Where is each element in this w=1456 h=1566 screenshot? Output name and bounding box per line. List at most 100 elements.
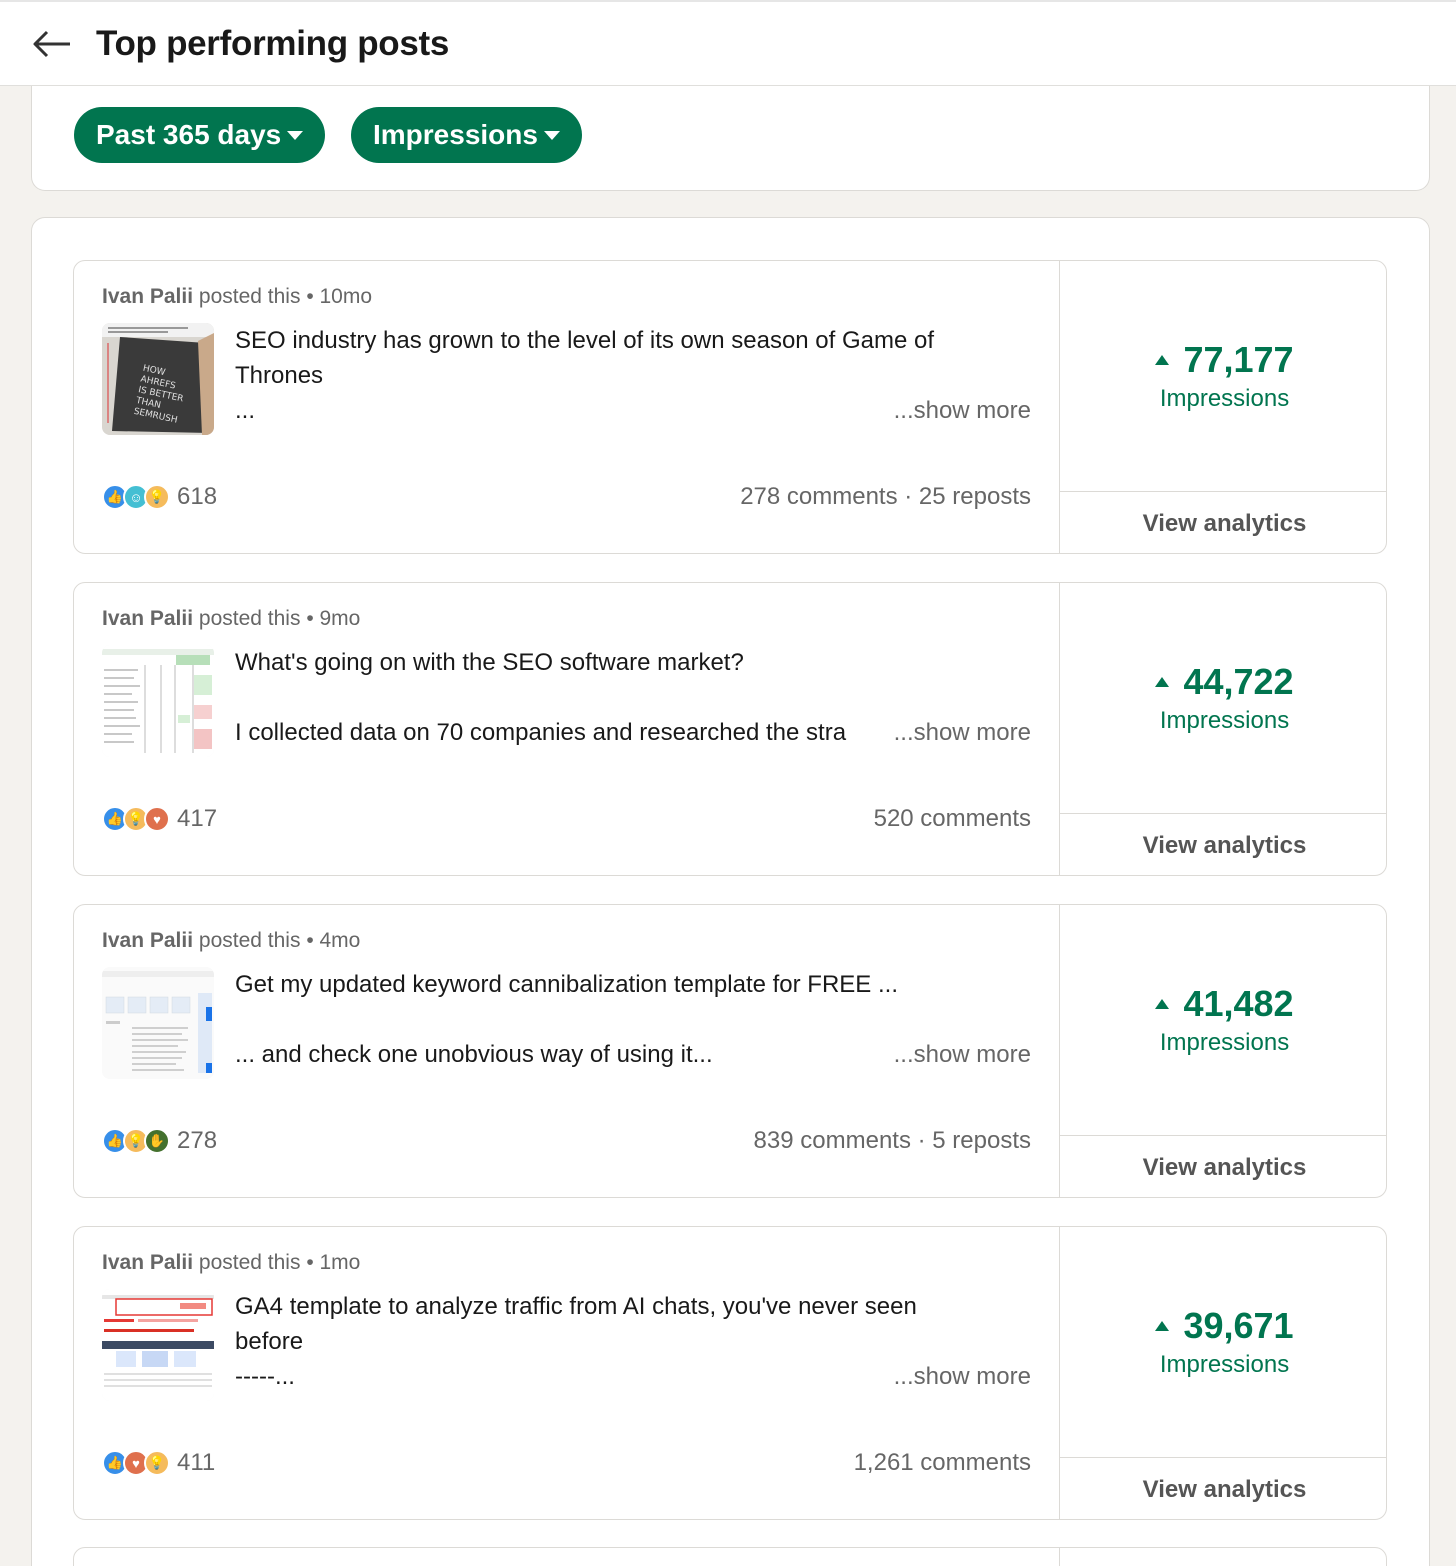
meta-separator: • bbox=[306, 607, 320, 630]
post-stats: 39,671 Impressions View analytics bbox=[1059, 1227, 1386, 1519]
thumbnail-image bbox=[102, 1289, 214, 1401]
post-action: posted this bbox=[198, 607, 301, 630]
view-analytics-button[interactable]: View analytics bbox=[1060, 813, 1386, 875]
author-name[interactable]: Ivan Palii bbox=[102, 607, 193, 630]
post-stats: 44,722 Impressions View analytics bbox=[1059, 583, 1386, 875]
post-thumbnail[interactable] bbox=[102, 1289, 214, 1401]
post-age: 1mo bbox=[319, 1251, 361, 1274]
date-range-filter-label: Past 365 days bbox=[96, 119, 282, 150]
post-text-line: Get my updated keyword cannibalization t… bbox=[235, 971, 898, 998]
view-analytics-button[interactable]: View analytics bbox=[1060, 1135, 1386, 1197]
impressions-stat: 41,482 Impressions bbox=[1060, 983, 1386, 1057]
post-content[interactable]: Ivan Palii posted this • 4mo Get my upda… bbox=[74, 905, 1059, 1197]
date-range-filter-button[interactable]: Past 365 days bbox=[74, 107, 326, 163]
post-text-line: SEO industry has grown to the level of i… bbox=[235, 327, 935, 354]
reactions[interactable]: 👍 💡 ♥ 417 bbox=[102, 805, 217, 833]
post-thumbnail[interactable] bbox=[102, 967, 214, 1079]
engagement-text: 520 comments bbox=[873, 805, 1031, 832]
post-age: 10mo bbox=[319, 285, 373, 308]
arrow-left-icon bbox=[33, 30, 70, 58]
impressions-value: 41,482 bbox=[1183, 983, 1294, 1024]
show-more-link[interactable]: ...show more bbox=[881, 1363, 1031, 1391]
author-name[interactable]: Ivan Palii bbox=[102, 929, 193, 952]
impressions-label: Impressions bbox=[1159, 707, 1290, 734]
reactions[interactable]: 👍 ☺ 💡 618 bbox=[102, 483, 217, 511]
post-content[interactable]: Ivan Palii posted this • 10mo HOW AHREFS… bbox=[74, 261, 1059, 553]
trend-up-icon bbox=[1155, 999, 1170, 1009]
post-text-line: What's going on with the SEO software ma… bbox=[235, 649, 744, 676]
thumbnail-image bbox=[102, 967, 214, 1079]
post-action: posted this bbox=[198, 285, 301, 308]
post-age: 9mo bbox=[319, 607, 361, 630]
trend-up-icon bbox=[1155, 677, 1170, 687]
post-stats: 77,177 Impressions View analytics bbox=[1059, 261, 1386, 553]
metric-filter-button[interactable]: Impressions bbox=[351, 107, 582, 163]
engagement-stats[interactable]: 520 comments bbox=[874, 805, 1031, 833]
engagement-text: 278 comments · 25 reposts bbox=[740, 483, 1031, 510]
engagement-text: 839 comments · 5 reposts bbox=[753, 1127, 1031, 1154]
post-content[interactable]: Ivan Palii posted this • 1mo GA4 templat… bbox=[74, 1227, 1059, 1519]
impressions-label: Impressions bbox=[1159, 1029, 1290, 1056]
post-text-line: GA4 template to analyze traffic from AI … bbox=[235, 1293, 917, 1320]
post-meta: Ivan Palii posted this • 4mo bbox=[102, 929, 360, 953]
post-text-line: -----... bbox=[235, 1363, 295, 1390]
caret-down-icon bbox=[287, 130, 304, 140]
post-text-line: ... and check one unobvious way of using… bbox=[235, 1041, 713, 1068]
post-stats: 41,482 Impressions View analytics bbox=[1059, 905, 1386, 1197]
engagement-stats[interactable]: 1,261 comments bbox=[854, 1449, 1031, 1477]
top-bar: Top performing posts bbox=[0, 0, 1456, 86]
impressions-label: Impressions bbox=[1159, 385, 1290, 412]
reaction-count: 411 bbox=[177, 1449, 216, 1476]
post-content[interactable]: Ivan Palii posted this • 9mo What's goin… bbox=[74, 583, 1059, 875]
show-more-link[interactable]: ...show more bbox=[881, 1041, 1031, 1069]
page-title: Top performing posts bbox=[96, 24, 450, 63]
post-meta: Ivan Palii posted this • 9mo bbox=[102, 607, 360, 631]
author-name[interactable]: Ivan Palii bbox=[102, 285, 193, 308]
love-reaction-icon: ♥ bbox=[144, 806, 170, 832]
view-analytics-button[interactable]: View analytics bbox=[1060, 1457, 1386, 1519]
post-text-line: I collected data on 70 companies and res… bbox=[235, 719, 847, 746]
impressions-stat: 39,671 Impressions bbox=[1060, 1305, 1386, 1379]
engagement-stats[interactable]: 278 comments · 25 reposts bbox=[740, 483, 1031, 511]
post-card: Ivan Palii posted this • 4mo Get my upda… bbox=[73, 904, 1387, 1198]
post-thumbnail[interactable] bbox=[102, 645, 214, 757]
post-card: Ivan Palii posted this • 9mo What's goin… bbox=[73, 582, 1387, 876]
show-more-link[interactable]: ...show more bbox=[881, 719, 1031, 747]
thumbnail-image bbox=[102, 645, 214, 757]
impressions-value: 39,671 bbox=[1183, 1305, 1294, 1346]
impressions-stat: 77,177 Impressions bbox=[1060, 339, 1386, 413]
thumbnail-image: HOW AHREFS IS BETTER THAN SEMRUSH bbox=[102, 323, 214, 435]
post-card: Ivan Palii posted this • 1mo GA4 templat… bbox=[73, 1226, 1387, 1520]
post-action: posted this bbox=[198, 1251, 301, 1274]
impressions-stat: 44,722 Impressions bbox=[1060, 661, 1386, 735]
post-action: posted this bbox=[198, 929, 301, 952]
reaction-count: 417 bbox=[177, 805, 218, 832]
engagement-text: 1,261 comments bbox=[853, 1449, 1031, 1476]
meta-separator: • bbox=[306, 1251, 320, 1274]
impressions-value: 77,177 bbox=[1183, 339, 1294, 380]
filter-bar: Past 365 days Impressions bbox=[31, 86, 1430, 191]
reactions[interactable]: 👍 💡 ✋ 278 bbox=[102, 1127, 217, 1155]
show-more-link[interactable]: ...show more bbox=[881, 397, 1031, 425]
trend-up-icon bbox=[1155, 1321, 1170, 1331]
impressions-value: 44,722 bbox=[1183, 661, 1294, 702]
author-name[interactable]: Ivan Palii bbox=[102, 1251, 193, 1274]
post-text-line: ... bbox=[235, 397, 256, 424]
meta-separator: • bbox=[306, 929, 320, 952]
back-button[interactable] bbox=[30, 26, 74, 62]
post-age: 4mo bbox=[319, 929, 361, 952]
caret-down-icon bbox=[543, 130, 560, 140]
engagement-stats[interactable]: 839 comments · 5 reposts bbox=[754, 1127, 1031, 1155]
insightful-reaction-icon: 💡 bbox=[144, 1450, 170, 1476]
impressions-label: Impressions bbox=[1159, 1351, 1290, 1378]
reactions[interactable]: 👍 ♥ 💡 411 bbox=[102, 1449, 215, 1477]
post-meta: Ivan Palii posted this • 1mo bbox=[102, 1251, 360, 1275]
post-text-line: before bbox=[235, 1328, 304, 1355]
reaction-count: 278 bbox=[177, 1127, 218, 1154]
trend-up-icon bbox=[1155, 355, 1170, 365]
metric-filter-label: Impressions bbox=[373, 119, 538, 150]
post-card-partial bbox=[73, 1547, 1387, 1566]
post-thumbnail[interactable]: HOW AHREFS IS BETTER THAN SEMRUSH bbox=[102, 323, 214, 435]
insightful-reaction-icon: 💡 bbox=[144, 484, 170, 510]
view-analytics-button[interactable]: View analytics bbox=[1060, 491, 1386, 553]
